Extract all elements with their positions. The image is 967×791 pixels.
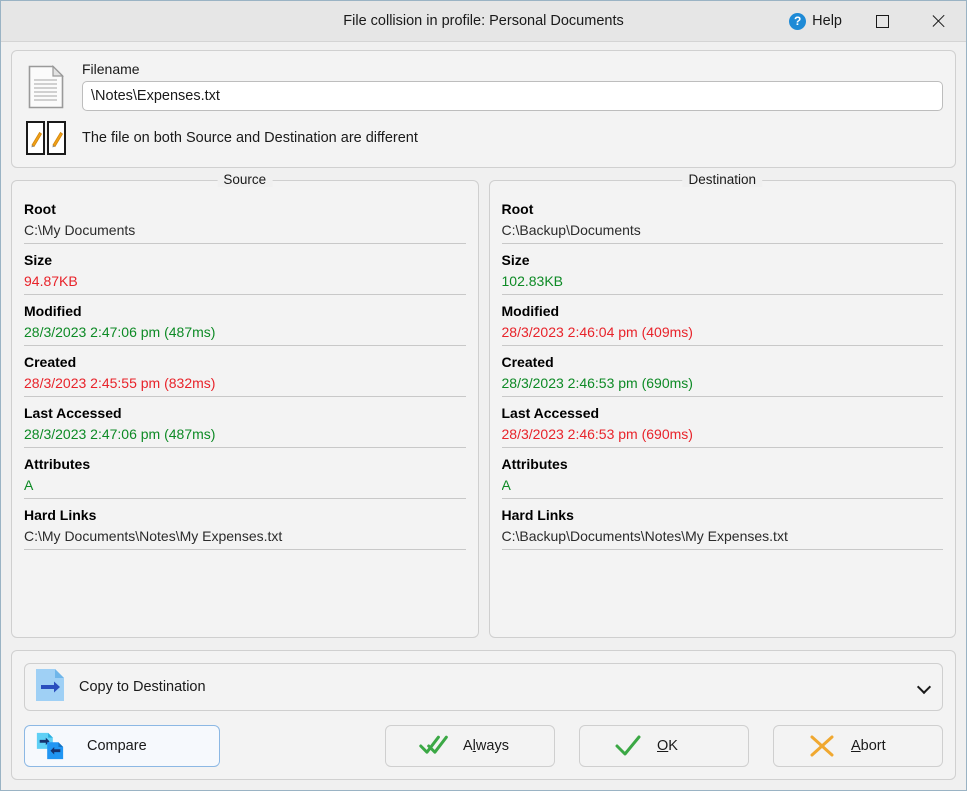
title-bar-controls: ? Help [777,1,966,41]
chevron-down-icon [918,681,930,693]
field-created: Created 28/3/2023 2:45:55 pm (832ms) [24,348,466,397]
field-size: Size 94.87KB [24,246,466,295]
file-collision-dialog: File collision in profile: Personal Docu… [0,0,967,791]
field-value: 28/3/2023 2:46:53 pm (690ms) [501,373,943,397]
destination-legend: Destination [682,172,763,187]
close-icon [930,13,946,29]
resolution-dropdown[interactable]: Copy to Destination [24,663,943,711]
field-label: Attributes [501,456,568,472]
field-value: 28/3/2023 2:47:06 pm (487ms) [24,424,466,448]
field-label: Last Accessed [501,405,600,421]
field-modified: Modified 28/3/2023 2:46:04 pm (409ms) [501,297,943,346]
field-value: C:\Backup\Documents\Notes\My Expenses.tx… [501,526,943,550]
source-groupbox: Source Root C:\My Documents Size 94.87KB… [11,172,479,638]
field-value: 28/3/2023 2:45:55 pm (832ms) [24,373,466,397]
field-label: Created [24,354,77,370]
field-last-accessed: Last Accessed 28/3/2023 2:47:06 pm (487m… [24,399,466,448]
compare-button[interactable]: Compare [24,725,220,767]
field-value: 28/3/2023 2:46:53 pm (690ms) [501,424,943,448]
ok-button[interactable]: OK [579,725,749,767]
field-label: Root [24,201,56,217]
field-label: Created [501,354,554,370]
button-row: Compare Always OK Abort [24,725,943,767]
filename-input[interactable] [82,81,943,111]
help-label: Help [812,13,842,29]
field-value: 28/3/2023 2:47:06 pm (487ms) [24,322,466,346]
source-legend: Source [217,172,273,187]
field-size: Size 102.83KB [501,246,943,295]
filename-field-group: Filename [82,61,943,111]
always-button-label: Always [463,738,509,754]
cross-icon [807,733,837,759]
field-label: Size [501,252,530,268]
field-root: Root C:\Backup\Documents [501,195,943,244]
action-panel: Copy to Destination Compare Always OK Ab… [11,650,956,780]
field-attributes: Attributes A [501,450,943,499]
field-label: Size [24,252,53,268]
abort-button[interactable]: Abort [773,725,943,767]
comparison-area: Source Root C:\My Documents Size 94.87KB… [11,172,956,638]
filename-label: Filename [82,61,140,77]
maximize-button[interactable] [854,1,910,41]
field-label: Hard Links [501,507,574,523]
field-value: C:\My Documents\Notes\My Expenses.txt [24,526,466,550]
status-row: The file on both Source and Destination … [24,121,943,155]
field-attributes: Attributes A [24,450,466,499]
document-icon [24,61,68,109]
field-value: 94.87KB [24,271,466,295]
file-info-panel: Filename The file [11,50,956,168]
field-label: Modified [501,303,560,319]
field-label: Hard Links [24,507,97,523]
double-check-icon [419,733,449,759]
field-value: 28/3/2023 2:46:04 pm (409ms) [501,322,943,346]
two-files-modified-icon [24,121,68,155]
abort-button-label: Abort [851,738,886,754]
title-bar: File collision in profile: Personal Docu… [1,1,966,42]
always-button[interactable]: Always [385,725,555,767]
collision-status-text: The file on both Source and Destination … [82,130,418,146]
field-label: Modified [24,303,82,319]
field-root: Root C:\My Documents [24,195,466,244]
field-value: A [24,475,466,499]
destination-groupbox: Destination Root C:\Backup\Documents Siz… [488,172,956,638]
check-icon [613,733,643,759]
field-hard-links: Hard Links C:\Backup\Documents\Notes\My … [501,501,943,550]
filename-row: Filename [24,61,943,111]
resolution-label: Copy to Destination [79,679,206,695]
field-value: 102.83KB [501,271,943,295]
field-label: Last Accessed [24,405,122,421]
field-created: Created 28/3/2023 2:46:53 pm (690ms) [501,348,943,397]
field-value: A [501,475,943,499]
compare-files-icon [35,731,65,761]
field-value: C:\My Documents [24,220,466,244]
compare-button-label: Compare [87,738,147,754]
help-icon: ? [789,12,807,30]
help-button[interactable]: ? Help [777,1,854,41]
close-button[interactable] [910,1,966,41]
field-value: C:\Backup\Documents [501,220,943,244]
field-modified: Modified 28/3/2023 2:47:06 pm (487ms) [24,297,466,346]
field-last-accessed: Last Accessed 28/3/2023 2:46:53 pm (690m… [501,399,943,448]
field-label: Root [501,201,534,217]
maximize-icon [875,14,889,28]
field-label: Attributes [24,456,91,472]
copy-to-destination-icon [35,668,65,707]
ok-button-label: OK [657,738,678,754]
field-hard-links: Hard Links C:\My Documents\Notes\My Expe… [24,501,466,550]
